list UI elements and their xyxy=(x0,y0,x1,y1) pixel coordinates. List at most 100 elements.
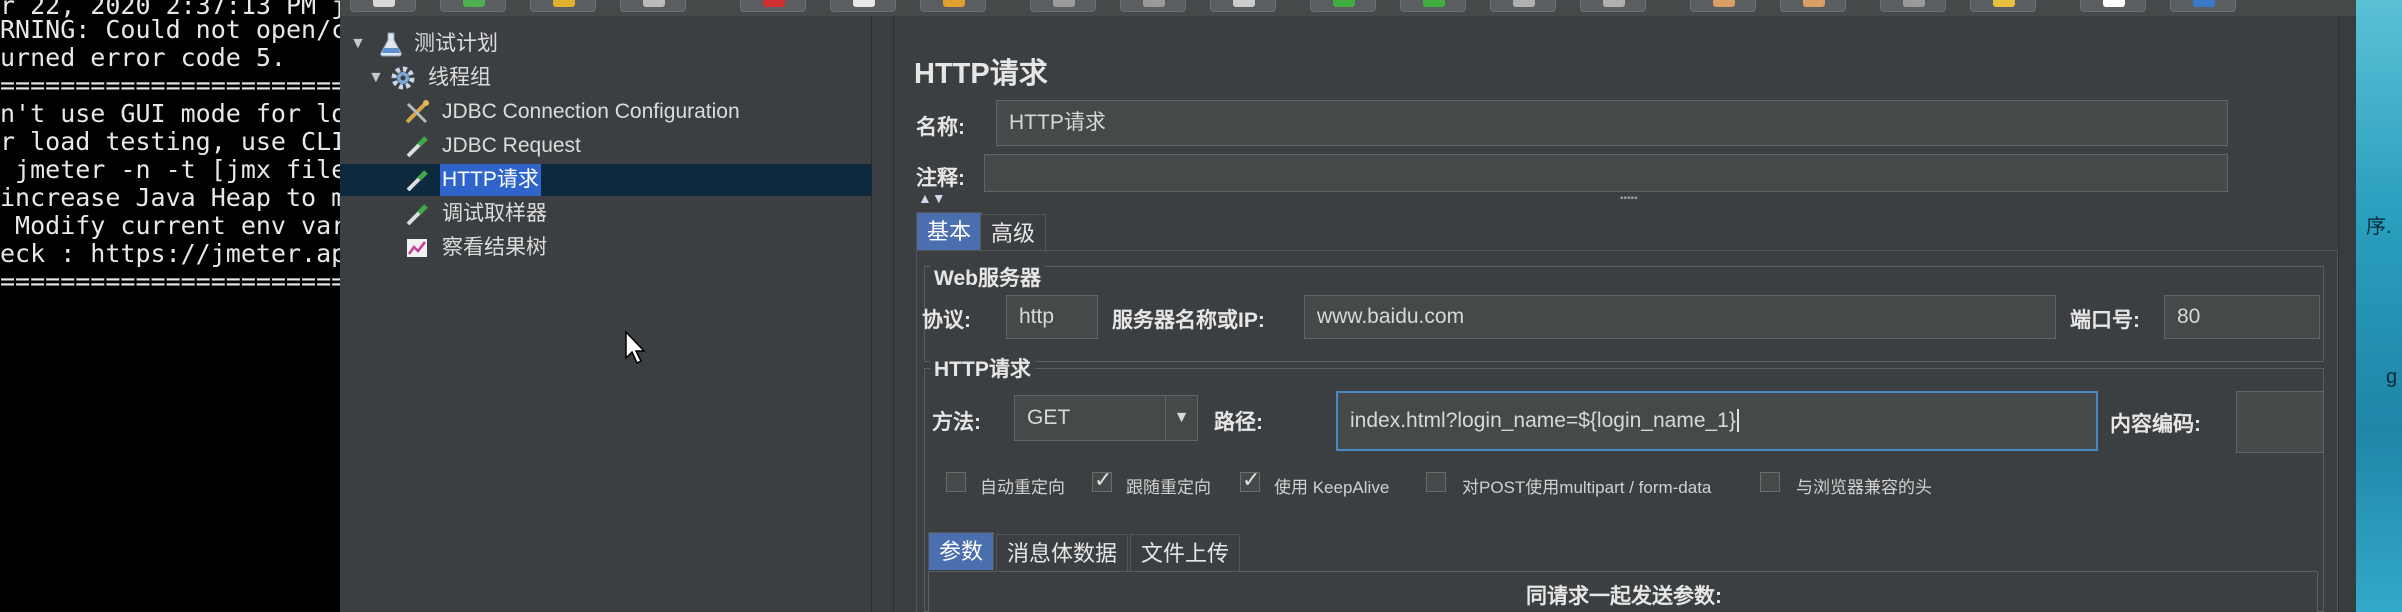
terminal-line: Modify current env vari xyxy=(0,211,340,240)
toggle-button[interactable] xyxy=(1210,0,1276,12)
tree-item-http-request[interactable]: HTTP请求 xyxy=(340,164,872,196)
search-button[interactable] xyxy=(1880,0,1946,12)
tree-item-label: JDBC Request xyxy=(442,134,581,157)
start-button[interactable] xyxy=(1310,0,1376,12)
tree-item-jdbc-config[interactable]: JDBC Connection Configuration xyxy=(340,96,872,128)
collapse-button[interactable] xyxy=(1120,0,1186,12)
wrench-screwdriver-icon xyxy=(405,100,429,124)
tree-item-jdbc-request[interactable]: JDBC Request xyxy=(340,130,872,162)
path-value: index.html?login_name=${login_name_1} xyxy=(1350,409,1736,432)
reset-search-button[interactable] xyxy=(1970,0,2036,12)
path-field[interactable]: index.html?login_name=${login_name_1} xyxy=(1336,391,2098,451)
tree-item-label: 察看结果树 xyxy=(442,236,547,259)
server-field[interactable]: www.baidu.com xyxy=(1304,295,2056,339)
flask-icon xyxy=(380,32,402,57)
checkmark-icon: ✓ xyxy=(1094,467,1113,492)
tab-file-upload[interactable]: 文件上传 xyxy=(1130,534,1241,572)
terminal-line: increase Java Heap to me xyxy=(0,183,340,212)
http-request-legend: HTTP请求 xyxy=(930,353,1035,383)
terminal-line: jmeter -n -t [jmx file] xyxy=(0,155,340,184)
port-field[interactable]: 80 xyxy=(2164,295,2320,339)
name-label: 名称: xyxy=(916,116,965,139)
open-button[interactable] xyxy=(530,0,596,12)
tab-advanced[interactable]: 高级 xyxy=(980,214,1047,252)
browser-headers-label: 与浏览器兼容的头 xyxy=(1796,478,1932,497)
tab-parameters[interactable]: 参数 xyxy=(928,532,995,570)
tree-item-label: JDBC Connection Configuration xyxy=(442,100,740,123)
pipette-icon xyxy=(406,204,428,226)
expand-arrow-icon[interactable]: ▼ xyxy=(368,62,384,94)
terminal-line: ========================= xyxy=(0,71,340,100)
tree-item-results-tree[interactable]: 察看结果树 xyxy=(340,232,872,264)
gear-icon xyxy=(391,66,415,90)
multipart-label: 对POST使用multipart / form-data xyxy=(1462,478,1712,497)
name-field[interactable]: HTTP请求 xyxy=(996,100,2228,146)
tree-item-label: 调试取样器 xyxy=(442,202,547,225)
port-label: 端口号: xyxy=(2070,309,2140,332)
terminal-line: eck : https://jmeter.apa xyxy=(0,239,340,268)
chevron-down-icon[interactable]: ▼ xyxy=(1165,396,1197,440)
text-caret xyxy=(1736,409,1739,432)
expand-button[interactable] xyxy=(1030,0,1096,12)
panel-splitter[interactable] xyxy=(872,16,894,612)
terminal-line: ========================= xyxy=(0,267,340,296)
http-request-editor: HTTP请求 名称: HTTP请求 注释: ▲▼ ▪▪▪▪▪ 基本 高级 Web… xyxy=(894,16,2356,612)
paste-button[interactable] xyxy=(920,0,986,12)
tree-item-label: 线程组 xyxy=(428,66,491,89)
new-button[interactable] xyxy=(350,0,416,12)
expand-arrow-icon[interactable]: ▼ xyxy=(350,28,366,60)
shutdown-button[interactable] xyxy=(1580,0,1646,12)
method-select[interactable]: GET ▼ xyxy=(1014,395,1198,441)
method-label: 方法: xyxy=(932,411,981,434)
copy-button[interactable] xyxy=(830,0,896,12)
desktop-text: 序. xyxy=(2366,216,2392,238)
checkmark-icon: ✓ xyxy=(1242,467,1261,492)
comment-field[interactable] xyxy=(984,154,2228,192)
encoding-label: 内容编码: xyxy=(2110,413,2201,436)
function-helper-button[interactable] xyxy=(2080,0,2146,12)
method-value: GET xyxy=(1027,406,1071,429)
encoding-field[interactable] xyxy=(2236,391,2324,453)
server-label: 服务器名称或IP: xyxy=(1112,309,1265,332)
tab-basic[interactable]: 基本 xyxy=(916,212,983,250)
browser-headers-checkbox[interactable] xyxy=(1760,472,1780,492)
test-plan-tree: ▼ 测试计划 ▼ 线程组 JDBC Connection Configurati… xyxy=(340,16,872,612)
collapse-arrows-icon[interactable]: ▲▼ xyxy=(918,190,946,206)
parameters-table: 同请求一起发送参数: xyxy=(928,571,2318,612)
cut-button[interactable] xyxy=(740,0,806,12)
chart-icon xyxy=(407,239,427,257)
tab-body-data[interactable]: 消息体数据 xyxy=(996,534,1129,572)
terminal-window: r 22, 2020 2:37:13 PM ja RNING: Could no… xyxy=(0,0,340,612)
clear-button[interactable] xyxy=(1690,0,1756,12)
auto-redirect-label: 自动重定向 xyxy=(980,478,1065,497)
help-button[interactable] xyxy=(2170,0,2236,12)
tree-item-debug-sampler[interactable]: 调试取样器 xyxy=(340,198,872,230)
window-right-border xyxy=(2338,16,2356,612)
mouse-cursor-icon xyxy=(625,330,646,365)
start-no-pause-button[interactable] xyxy=(1400,0,1466,12)
auto-redirect-checkbox[interactable] xyxy=(946,472,966,492)
templates-button[interactable] xyxy=(440,0,506,12)
tree-item-thread-group[interactable]: ▼ 线程组 xyxy=(340,62,872,94)
protocol-field[interactable]: http xyxy=(1006,295,1098,339)
desktop-background: 序. g xyxy=(2356,0,2402,612)
follow-redirect-checkbox[interactable]: ✓ xyxy=(1092,467,1112,492)
comment-label: 注释: xyxy=(916,167,965,190)
keepalive-checkbox[interactable]: ✓ xyxy=(1240,467,1260,492)
stop-button[interactable] xyxy=(1490,0,1556,12)
page-title: HTTP请求 xyxy=(914,58,1048,90)
web-server-legend: Web服务器 xyxy=(930,262,1045,292)
terminal-line: RNING: Could not open/cr xyxy=(0,15,340,44)
parameters-header: 同请求一起发送参数: xyxy=(1526,585,1722,608)
tree-item-test-plan[interactable]: ▼ 测试计划 xyxy=(340,28,872,60)
pipette-icon xyxy=(406,136,428,158)
multipart-checkbox[interactable] xyxy=(1426,472,1446,492)
toolbar xyxy=(340,0,2402,16)
resize-grip-icon[interactable]: ▪▪▪▪▪ xyxy=(1620,193,1638,204)
follow-redirect-label: 跟随重定向 xyxy=(1126,478,1211,497)
terminal-line: urned error code 5. xyxy=(0,43,286,72)
save-button[interactable] xyxy=(620,0,686,12)
path-label: 路径: xyxy=(1214,411,1263,434)
desktop-text: g xyxy=(2386,366,2398,388)
clear-all-button[interactable] xyxy=(1780,0,1846,12)
